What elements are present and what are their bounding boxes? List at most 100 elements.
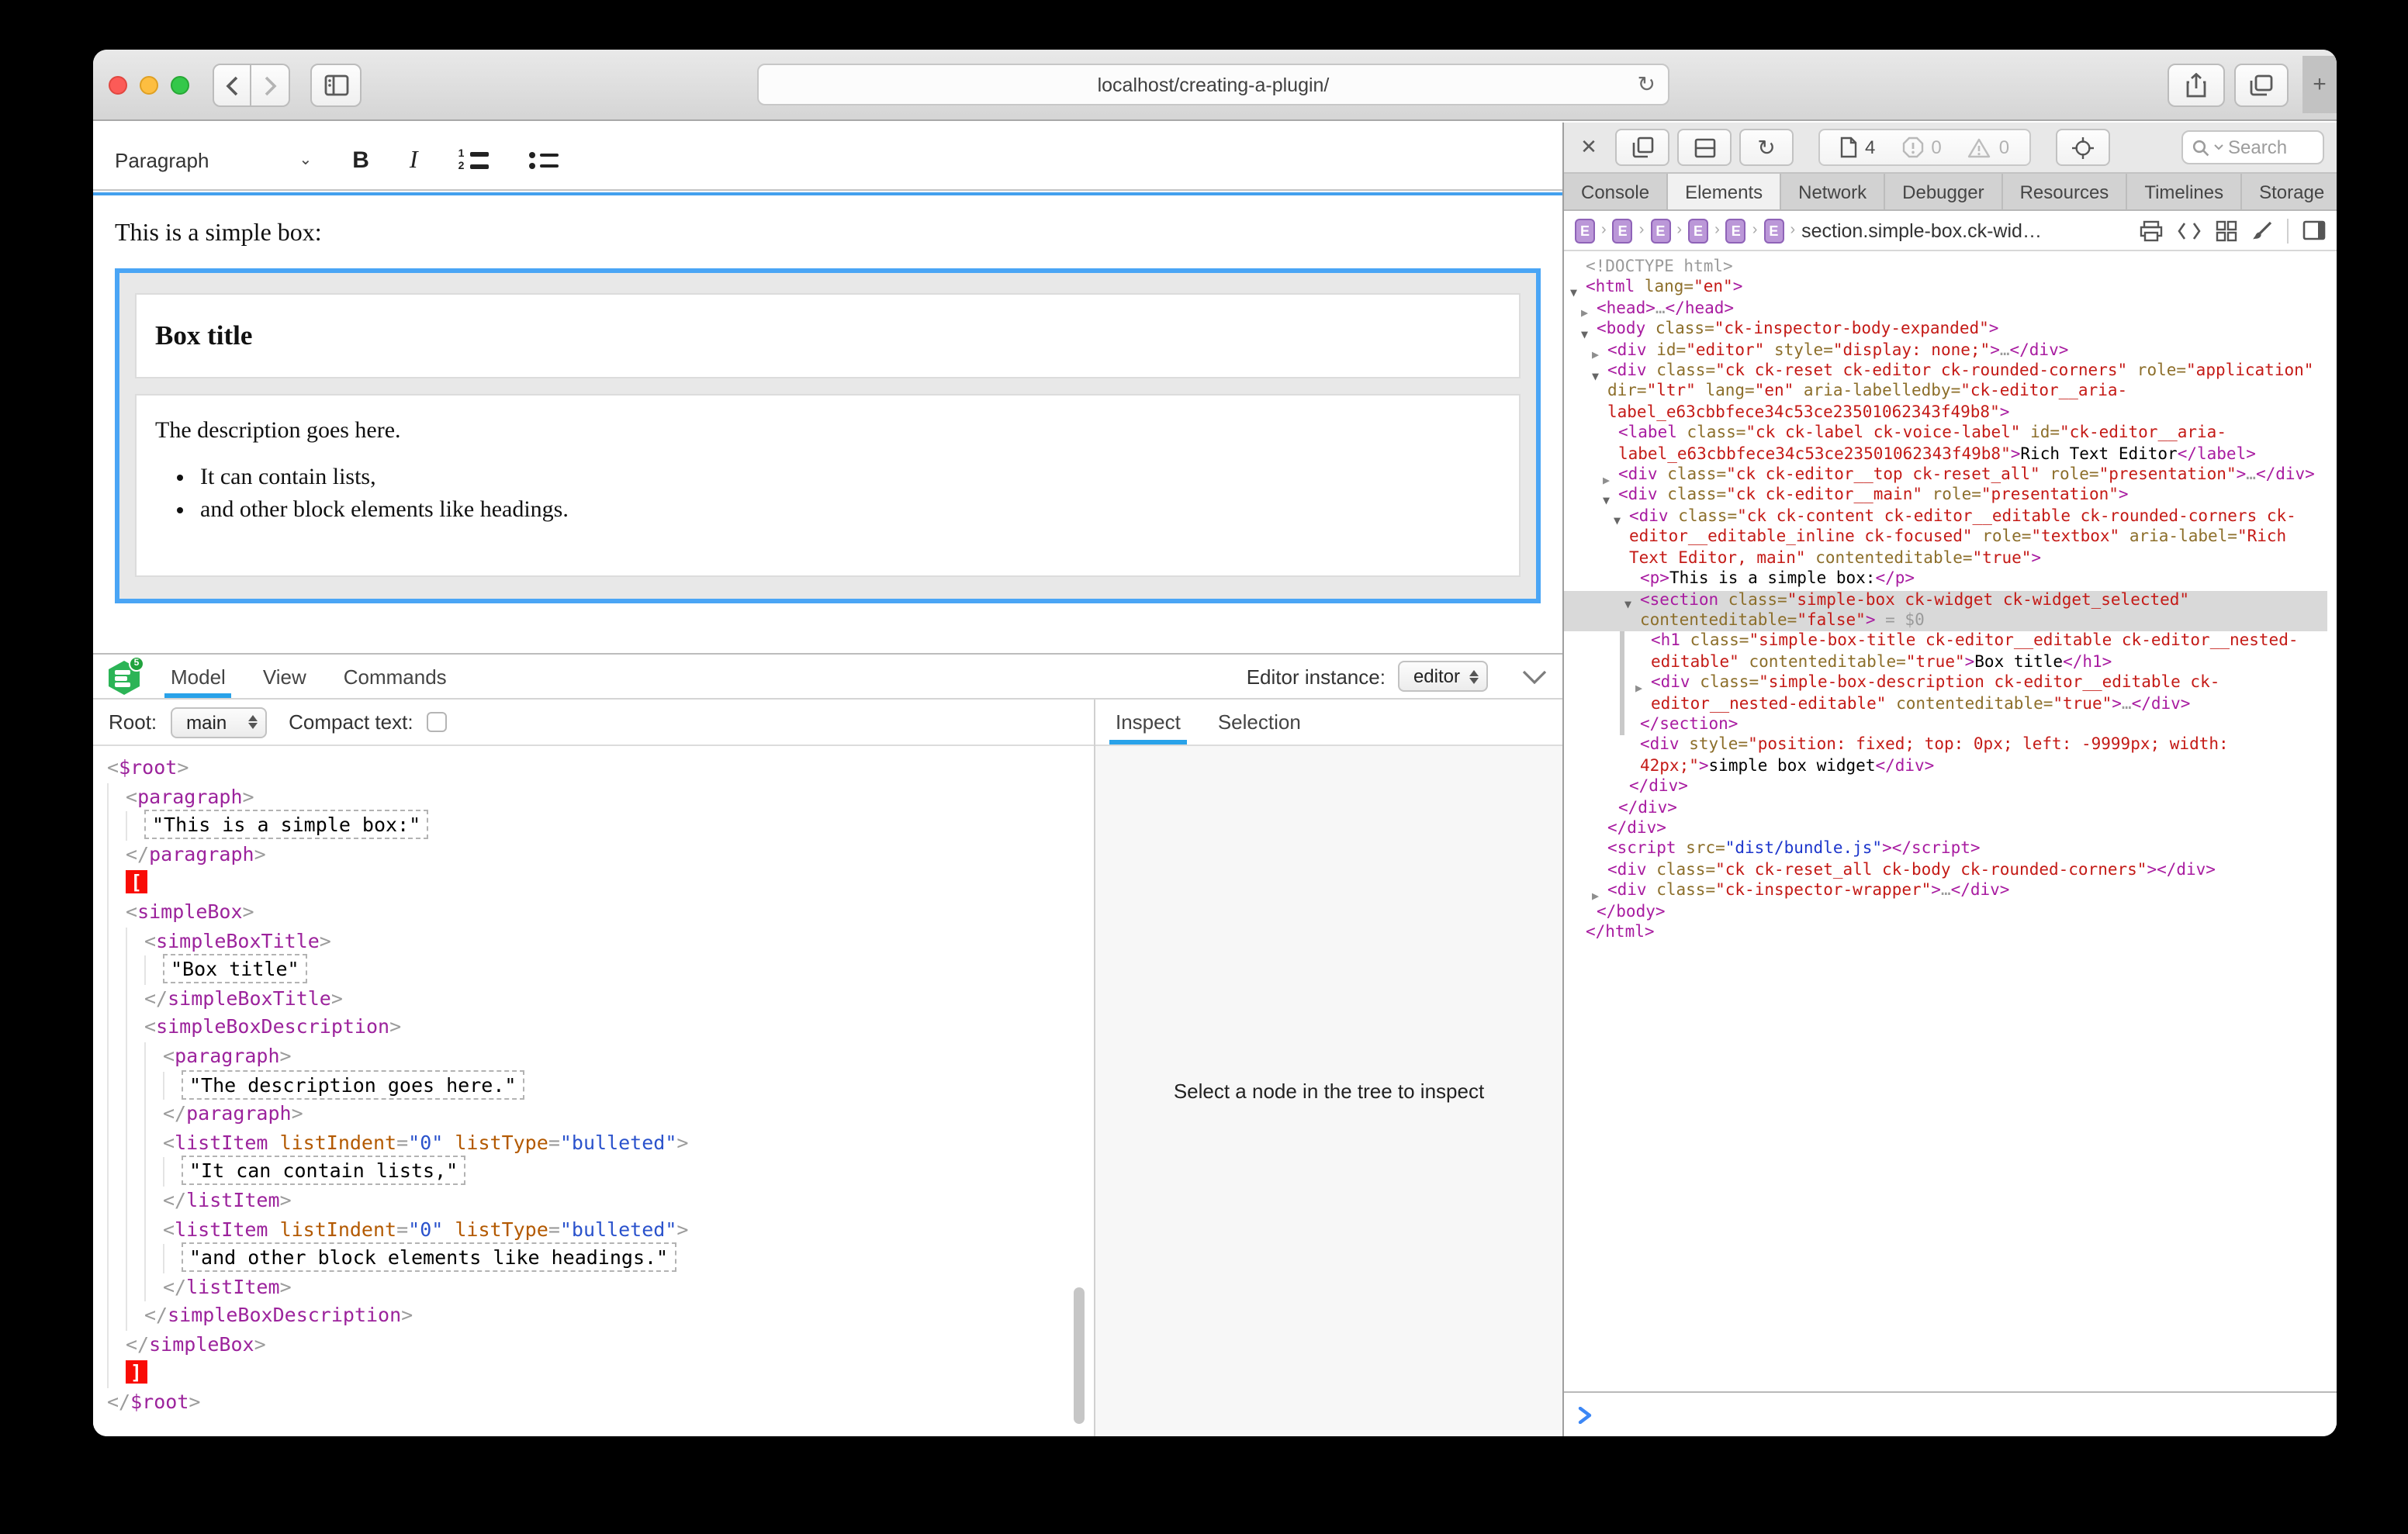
inspector-tab-commands[interactable]: Commands	[344, 655, 447, 698]
element-picker-button[interactable]	[2056, 129, 2110, 166]
dom-tree-line[interactable]: <label class="ck ck-label ck-voice-label…	[1564, 424, 2327, 466]
inspector-tab-view[interactable]: View	[263, 655, 306, 698]
share-button[interactable]	[2168, 64, 2225, 107]
paragraph-dropdown[interactable]: Paragraph ⌄	[115, 149, 312, 172]
dock-side-button[interactable]	[1677, 129, 1732, 166]
bold-button[interactable]: B	[352, 147, 369, 174]
dom-tree-line[interactable]: </div>	[1564, 819, 2327, 840]
model-tree-line[interactable]: <listItem listIndent="0" listType="bulle…	[93, 1215, 1094, 1244]
web-inspector-tab-elements[interactable]: Elements	[1668, 174, 1781, 209]
inspector-tab-model[interactable]: Model	[171, 655, 226, 698]
italic-button[interactable]: I	[410, 147, 418, 174]
collapse-inspector-chevron-icon[interactable]	[1522, 669, 1547, 683]
styles-brush-icon[interactable]	[2251, 219, 2273, 241]
model-tree-line[interactable]: </$root>	[93, 1388, 1094, 1417]
forward-button[interactable]	[251, 64, 290, 107]
model-tree-line[interactable]: "Box title"	[93, 955, 1094, 984]
web-inspector-tab-timelines[interactable]: Timelines	[2127, 174, 2242, 209]
model-tree-line[interactable]: <$root>	[93, 754, 1094, 783]
dom-tree-line[interactable]: ▶<div class="simple-box-description ck-e…	[1564, 673, 2327, 715]
zoom-window-button[interactable]	[171, 76, 189, 95]
dom-tree-line[interactable]: </section>	[1564, 715, 2327, 736]
collapse-node-arrow-icon[interactable]: ▼	[1624, 594, 1631, 615]
simple-box-widget[interactable]: Box title The description goes here. It …	[115, 268, 1541, 603]
model-tree-line[interactable]: </simpleBoxDescription>	[93, 1302, 1094, 1331]
simple-box-description-field[interactable]: The description goes here. It can contai…	[135, 394, 1521, 577]
source-code-icon[interactable]	[2177, 221, 2202, 240]
compact-text-checkbox[interactable]	[427, 712, 448, 732]
web-inspector-tab-console[interactable]: Console	[1564, 174, 1668, 209]
web-inspector-tab-network[interactable]: Network	[1781, 174, 1885, 209]
model-tree-line[interactable]: "This is a simple box:"	[93, 811, 1094, 840]
reload-icon[interactable]: ↻	[1638, 71, 1656, 98]
detach-inspector-button[interactable]	[1615, 129, 1669, 166]
dom-tree-line[interactable]: ▼<body class="ck-inspector-body-expanded…	[1564, 320, 2327, 340]
close-window-button[interactable]	[109, 76, 127, 95]
model-tree-line[interactable]: <paragraph>	[93, 1042, 1094, 1071]
model-tree-line[interactable]: </paragraph>	[93, 1100, 1094, 1128]
inspect-pane-tab-selection[interactable]: Selection	[1218, 700, 1301, 745]
dom-tree-line[interactable]: ▼<html lang="en">	[1564, 278, 2327, 299]
dom-tree-line[interactable]: </div>	[1564, 798, 2327, 819]
root-select[interactable]: main	[171, 707, 267, 738]
element-badge[interactable]: E	[1613, 218, 1633, 243]
dom-tree-line[interactable]: ▼<div class="ck ck-content ck-editor__ed…	[1564, 507, 2327, 569]
element-badge[interactable]: E	[1763, 218, 1784, 243]
model-tree-line[interactable]: <paragraph>	[93, 783, 1094, 811]
dom-tree-line[interactable]: <script src="dist/bundle.js"></script>	[1564, 840, 2327, 861]
model-tree-line[interactable]: </listItem>	[93, 1187, 1094, 1215]
model-tree-line[interactable]: </paragraph>	[93, 841, 1094, 869]
model-tree-line[interactable]: "It can contain lists,"	[93, 1158, 1094, 1187]
model-tree-line[interactable]: </listItem>	[93, 1273, 1094, 1301]
model-tree-line[interactable]: <simpleBox>	[93, 898, 1094, 927]
minimize-window-button[interactable]	[140, 76, 158, 95]
dom-tree-line[interactable]: ▶<head>…</head>	[1564, 299, 2327, 320]
model-tree-line[interactable]: <simpleBoxTitle>	[93, 927, 1094, 955]
numbered-list-button[interactable]: 1 2	[458, 150, 490, 171]
breadcrumb-selected-node[interactable]: section.simple-box.ck-wid…	[1801, 219, 2042, 241]
web-inspector-tab-storage[interactable]: Storage	[2242, 174, 2337, 209]
address-bar[interactable]: localhost/creating-a-plugin/ ↻	[757, 64, 1669, 105]
model-tree-line[interactable]: [	[93, 869, 1094, 898]
dom-tree-line[interactable]: ▶<div class="ck-inspector-wrapper">…</di…	[1564, 881, 2327, 902]
collapse-node-arrow-icon[interactable]: ▼	[1614, 511, 1621, 532]
inspector-search-field[interactable]: Search	[2181, 130, 2324, 164]
model-tree-line[interactable]: "and other block elements like headings.…	[93, 1244, 1094, 1273]
model-tree-line[interactable]: "The description goes here."	[93, 1071, 1094, 1100]
intro-paragraph[interactable]: This is a simple box:	[115, 220, 1541, 248]
dom-tree-line[interactable]: <p>This is a simple box:</p>	[1564, 569, 2327, 590]
web-inspector-tab-debugger[interactable]: Debugger	[1885, 174, 2002, 209]
dom-tree-line[interactable]: ▶<div class="ck ck-editor__top ck-reset_…	[1564, 465, 2327, 486]
inspect-pane-tab-inspect[interactable]: Inspect	[1116, 700, 1181, 745]
editor-editable-area[interactable]: This is a simple box: Box title The desc…	[93, 192, 1562, 653]
element-badge[interactable]: E	[1726, 218, 1746, 243]
bulleted-list-button[interactable]	[530, 152, 559, 169]
model-tree-line[interactable]: <listItem listIndent="0" listType="bulle…	[93, 1128, 1094, 1157]
model-tree-line[interactable]: </simpleBox>	[93, 1331, 1094, 1360]
element-badge[interactable]: E	[1650, 218, 1670, 243]
dom-tree-line[interactable]: </body>	[1564, 902, 2327, 923]
model-tree-line[interactable]: ]	[93, 1360, 1094, 1388]
dom-tree-line[interactable]: ▶<div id="editor" style="display: none;"…	[1564, 340, 2327, 361]
model-tree-line[interactable]: <simpleBoxDescription>	[93, 1014, 1094, 1042]
simple-box-title-field[interactable]: Box title	[135, 293, 1521, 378]
dom-tree-line[interactable]: ▼<div class="ck ck-editor__main" role="p…	[1564, 486, 2327, 507]
sidebar-button[interactable]	[310, 64, 362, 107]
collapse-node-arrow-icon[interactable]: ▼	[1592, 365, 1599, 386]
dom-tree-line[interactable]: ▼<div class="ck ck-reset ck-editor ck-ro…	[1564, 361, 2327, 423]
dom-tree-line[interactable]: </div>	[1564, 777, 2327, 798]
dom-tree-line[interactable]: <h1 class="simple-box-title ck-editor__e…	[1564, 632, 2327, 674]
reload-page-button[interactable]: ↻	[1739, 129, 1794, 166]
element-badge[interactable]: E	[1575, 218, 1595, 243]
model-tree-scrollbar[interactable]	[1074, 1287, 1085, 1424]
tab-overview-button[interactable]	[2234, 64, 2289, 107]
close-inspector-button[interactable]: ✕	[1576, 135, 1601, 160]
dom-tree-line[interactable]: ▼<section class="simple-box ck-widget ck…	[1564, 590, 2327, 632]
print-styles-icon[interactable]	[2140, 219, 2163, 241]
element-badge[interactable]: E	[1688, 218, 1708, 243]
expand-node-arrow-icon[interactable]: ▶	[1635, 677, 1642, 698]
model-tree-line[interactable]: </simpleBoxTitle>	[93, 985, 1094, 1014]
editor-instance-select[interactable]: editor	[1398, 661, 1488, 692]
console-prompt[interactable]	[1564, 1391, 2337, 1436]
activity-summary[interactable]: 4 0 0	[1818, 129, 2031, 166]
